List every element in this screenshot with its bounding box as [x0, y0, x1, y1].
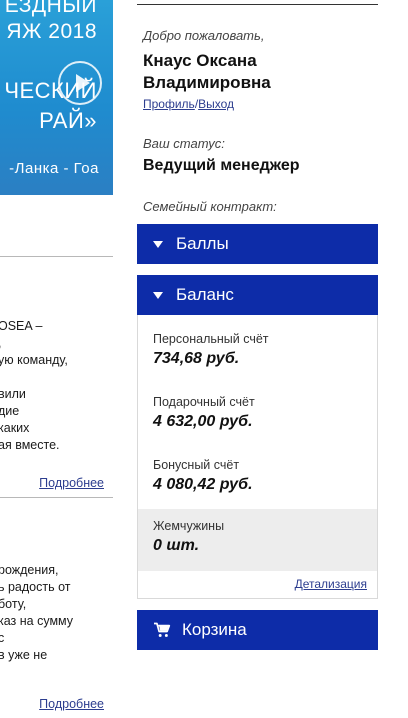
news-text-line: вили [0, 387, 26, 401]
news-text-line: ь радость от [0, 580, 71, 594]
play-icon[interactable] [58, 61, 102, 105]
more-link[interactable]: Подробнее [39, 697, 104, 711]
balance-accordion-header[interactable]: Баланс [137, 275, 378, 315]
divider [0, 497, 113, 498]
gift-account-label: Подарочный счёт [153, 395, 255, 409]
pearls-value: 0 шт. [153, 537, 200, 554]
personal-account-label: Персональный счёт [153, 332, 269, 346]
cart-icon [154, 622, 171, 637]
balance-label: Баланс [176, 285, 234, 304]
bonus-account: Бонусный счёт 4 080,42 руб. [153, 458, 253, 494]
news-text-line: с [0, 631, 5, 645]
personal-account: Персональный счёт 734,68 руб. [153, 332, 269, 368]
left-column: ЕЗДНЫЙ ЯЖ 2018 ЧЕСКИЙ РАЙ» -Ланка - Гоа … [0, 0, 116, 718]
news-text-line: каких [0, 421, 30, 435]
logout-link[interactable]: Выход [198, 97, 234, 111]
banner-text-line: ЕЗДНЫЙ [4, 0, 97, 17]
balance-panel: Персональный счёт 734,68 руб. Подарочный… [137, 315, 378, 599]
news-text-line: рождения, [0, 563, 59, 577]
user-name: Кнаус Оксана Владимировна [143, 51, 271, 92]
pearls-label: Жемчужины [153, 519, 225, 533]
news-text-line: , [0, 335, 114, 352]
pearls-row: Жемчужины 0 шт. [138, 509, 377, 571]
chevron-down-icon [153, 291, 163, 299]
gift-account: Подарочный счёт 4 632,00 руб. [153, 395, 255, 431]
news-text-line: в уже не [0, 648, 48, 662]
banner-text-line: РАЙ» [39, 108, 97, 133]
personal-account-value: 734,68 руб. [153, 350, 240, 367]
cart-label: Корзина [182, 620, 247, 639]
points-accordion-header[interactable]: Баллы [137, 224, 378, 264]
cart-header[interactable]: Корзина [137, 610, 378, 650]
news-item-text: рождения, ь радость от боту, каз на сумм… [0, 562, 114, 664]
status-value: Ведущий менеджер [143, 157, 300, 174]
bonus-account-value: 4 080,42 руб. [153, 476, 253, 493]
news-text-line [0, 369, 114, 386]
news-text-line: боту, [0, 597, 27, 611]
news-text-line: дие [0, 404, 20, 418]
banner-text-line: -Ланка - Гоа [9, 160, 99, 177]
news-item-text: OSEA – , ую команду, вили дие каких ая в… [0, 318, 114, 454]
promo-banner[interactable]: ЕЗДНЫЙ ЯЖ 2018 ЧЕСКИЙ РАЙ» -Ланка - Гоа [0, 0, 113, 195]
divider [0, 256, 113, 257]
news-text-line: каз на сумму [0, 614, 74, 628]
more-link[interactable]: Подробнее [39, 476, 104, 490]
family-contract-label: Семейный контракт: [143, 199, 277, 214]
points-label: Баллы [176, 234, 229, 253]
welcome-text: Добро пожаловать, [143, 28, 265, 43]
gift-account-value: 4 632,00 руб. [153, 413, 253, 430]
status-label: Ваш статус: [143, 136, 225, 151]
news-text-line: OSEA – [0, 319, 43, 333]
details-link[interactable]: Детализация [295, 577, 367, 591]
profile-link[interactable]: Профиль [143, 97, 195, 111]
user-links: Профиль/Выход [143, 97, 234, 111]
news-text-line: ую команду, [0, 353, 68, 367]
divider [137, 4, 378, 5]
bonus-account-label: Бонусный счёт [153, 458, 240, 472]
banner-text-line: ЯЖ 2018 [6, 20, 97, 43]
news-text-line: ая вместе. [0, 438, 60, 452]
pearls: Жемчужины 0 шт. [153, 519, 224, 555]
chevron-down-icon [153, 240, 163, 248]
